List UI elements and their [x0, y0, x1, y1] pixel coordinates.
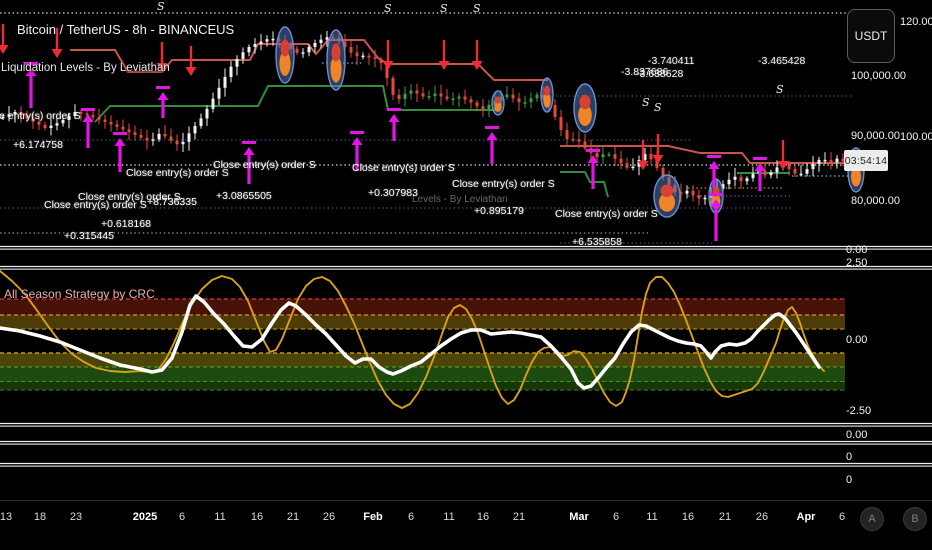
time-axis-tick: 11: [646, 511, 658, 523]
currency-toggle-label: USDT: [854, 29, 888, 43]
secondary-axis-label: 100.00: [900, 131, 932, 143]
close-entry-value: +0.618168: [101, 218, 151, 230]
time-axis-tick: 6: [838, 511, 846, 523]
symbol-title[interactable]: Bitcoin / TetherUS - 8h - BINANCEUS: [17, 22, 234, 37]
indicator-axis-label: 0: [846, 474, 853, 486]
time-axis-tick: 26: [755, 511, 769, 523]
price-axis-label: 90,000.00: [851, 130, 900, 142]
liquidation-line-green: [94, 85, 790, 198]
oscillator-title[interactable]: All Season Strategy by CRC: [4, 287, 155, 301]
pane-separator[interactable]: [0, 422, 932, 427]
short-signal-value: -3.465428: [758, 55, 806, 67]
time-axis-tick: 6: [612, 511, 620, 523]
short-signal-value: -3.638628: [636, 68, 684, 80]
time-axis-tick: 16: [250, 511, 264, 523]
short-signal-mark: S: [642, 96, 650, 109]
time-axis-tick: 11: [214, 511, 226, 523]
short-signal-mark: S: [473, 2, 481, 15]
short-signal-mark: S: [776, 83, 784, 96]
indicator-title[interactable]: Liquidation Levels - By Leviathan: [1, 62, 170, 75]
quick-button-b[interactable]: B: [903, 507, 927, 531]
time-axis-tick: 21: [718, 511, 732, 523]
close-entry-label: Close entry(s) order S: [555, 208, 658, 220]
currency-toggle-button[interactable]: USDT: [847, 9, 895, 63]
pane-separator[interactable]: [0, 440, 932, 445]
oscillator-bands: [0, 298, 845, 391]
time-axis-tick: Apr: [796, 511, 816, 523]
time-axis-tick: 23: [69, 511, 83, 523]
close-entry-value: +0.895179: [474, 205, 524, 217]
close-entry-value: +3.0865505: [216, 190, 272, 202]
indicator-axis-label: 0.00: [846, 334, 868, 346]
pane-separator[interactable]: [0, 462, 932, 467]
close-entry-label: Close entry(s) order S: [452, 178, 555, 190]
short-signal-mark: S: [440, 2, 448, 15]
short-signal-mark: S: [654, 101, 662, 114]
close-entry-label: Close entry(s) order S: [213, 159, 316, 171]
secondary-axis-label: 120.00: [900, 16, 932, 28]
short-signal-mark: S: [384, 2, 392, 15]
chart-window: Bitcoin / TetherUS - 8h - BINANCEUS Liqu…: [0, 0, 932, 550]
time-axis-tick: 2025: [132, 511, 158, 523]
time-axis-tick: 6: [407, 511, 415, 523]
time-axis-tick: 21: [512, 511, 526, 523]
time-axis-tick: 6: [178, 511, 186, 523]
chart-canvas[interactable]: [0, 0, 932, 550]
indicator-watermark: Levels - By Leviathan: [412, 194, 508, 205]
time-axis-tick: 18: [33, 511, 47, 523]
pane-separator[interactable]: [0, 245, 932, 250]
indicator-axis-label: 0.00: [846, 429, 868, 441]
short-signal-mark: S: [157, 0, 165, 13]
time-axis-tick: 13: [0, 511, 13, 523]
time-axis[interactable]: 13 18 23 2025 6 11 16 21 26 Feb 6 11 16 21 Mar 6 11 16 21 2…: [0, 503, 932, 550]
time-axis-tick: Mar: [569, 511, 589, 523]
time-axis-tick: 26: [322, 511, 336, 523]
indicator-axis-label: -2.50: [846, 405, 872, 417]
indicator-axis-label: 0: [846, 451, 853, 463]
time-axis-tick: 21: [286, 511, 300, 523]
price-axis-label: 100,000.00: [851, 70, 907, 82]
quick-button-a[interactable]: A: [860, 507, 884, 531]
close-entry-label: Close entry(s) order S: [352, 162, 455, 174]
close-entry-value: +0.307983: [368, 187, 418, 199]
time-axis-tick: 11: [443, 511, 455, 523]
sell-signal-arrows: [0, 24, 789, 170]
time-axis-tick: 16: [476, 511, 490, 523]
liquidation-line-red: [70, 39, 846, 164]
close-entry-value: +6.174758: [13, 139, 63, 151]
pane-separator[interactable]: [0, 265, 932, 270]
close-entry-value: +6.535858: [572, 236, 622, 248]
close-entry-label: Close entry(s) order S: [0, 110, 81, 122]
close-entry-value: +8.736335: [147, 196, 197, 208]
time-axis-tick: Feb: [363, 511, 383, 523]
time-axis-tick: 16: [681, 511, 695, 523]
price-axis-label: 80,000.00: [851, 195, 900, 207]
indicator-axis-label: 0.00: [846, 244, 868, 256]
indicator-axis-label: 2.50: [846, 257, 868, 269]
countdown-badge: 03:54:14: [844, 150, 888, 171]
close-entry-value: +0.315445: [64, 230, 114, 242]
